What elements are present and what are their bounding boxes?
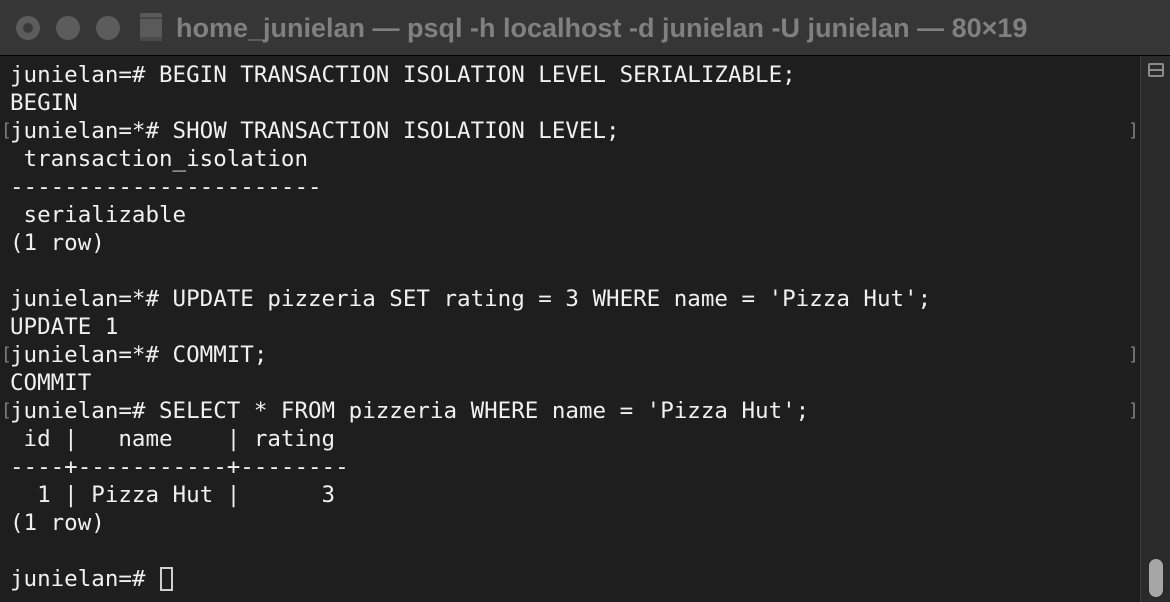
text-cursor [160, 567, 174, 591]
terminal-line: junielan=*# SHOW TRANSACTION ISOLATION L… [10, 118, 620, 144]
terminal-line: COMMIT [10, 370, 92, 396]
mark-bracket-close: ] [1128, 400, 1139, 421]
terminal-line: id | name | rating [10, 426, 336, 452]
scrollbar-thumb[interactable] [1149, 559, 1163, 597]
terminal-line: transaction_isolation [10, 146, 309, 172]
prompt-text: junielan=# [10, 566, 160, 592]
mark-bracket-open: [ [1, 400, 12, 421]
terminal-lines: junielan=# BEGIN TRANSACTION ISOLATION L… [10, 61, 931, 593]
split-pane-icon[interactable] [1148, 63, 1164, 77]
terminal-line: BEGIN [10, 90, 78, 116]
mark-bracket-open: [ [1, 120, 12, 141]
folder-proxy-icon[interactable] [140, 13, 162, 41]
terminal-line: junielan=*# COMMIT; [10, 342, 268, 368]
terminal-line: 1 | Pizza Hut | 3 [10, 482, 336, 508]
minimize-window-button[interactable] [56, 16, 80, 40]
terminal-line: (1 row) [10, 230, 105, 256]
terminal-line: junielan=# BEGIN TRANSACTION ISOLATION L… [10, 62, 796, 88]
terminal-line: ----------------------- [10, 174, 322, 200]
close-window-button[interactable] [16, 16, 40, 40]
terminal-line: ----+-----------+-------- [10, 454, 349, 480]
zoom-window-button[interactable] [96, 16, 120, 40]
mark-bracket-open: [ [1, 344, 12, 365]
window-title: home_junielan — psql -h localhost -d jun… [176, 13, 1028, 43]
terminal-content[interactable]: junielan=# BEGIN TRANSACTION ISOLATION L… [0, 56, 1140, 602]
title-bar[interactable]: home_junielan — psql -h localhost -d jun… [0, 0, 1170, 56]
terminal-line: serializable [10, 202, 187, 228]
mark-bracket-close: ] [1128, 120, 1139, 141]
terminal-window: home_junielan — psql -h localhost -d jun… [0, 0, 1170, 602]
terminal-line: junielan=# SELECT * FROM pizzeria WHERE … [10, 398, 810, 424]
mark-bracket-close: ] [1128, 344, 1139, 365]
terminal-line: junielan=*# UPDATE pizzeria SET rating =… [10, 286, 932, 312]
terminal-prompt-line[interactable]: junielan=# [10, 565, 931, 593]
terminal-line: UPDATE 1 [10, 314, 119, 340]
vertical-scrollbar[interactable] [1140, 56, 1170, 602]
terminal-line: (1 row) [10, 510, 105, 536]
